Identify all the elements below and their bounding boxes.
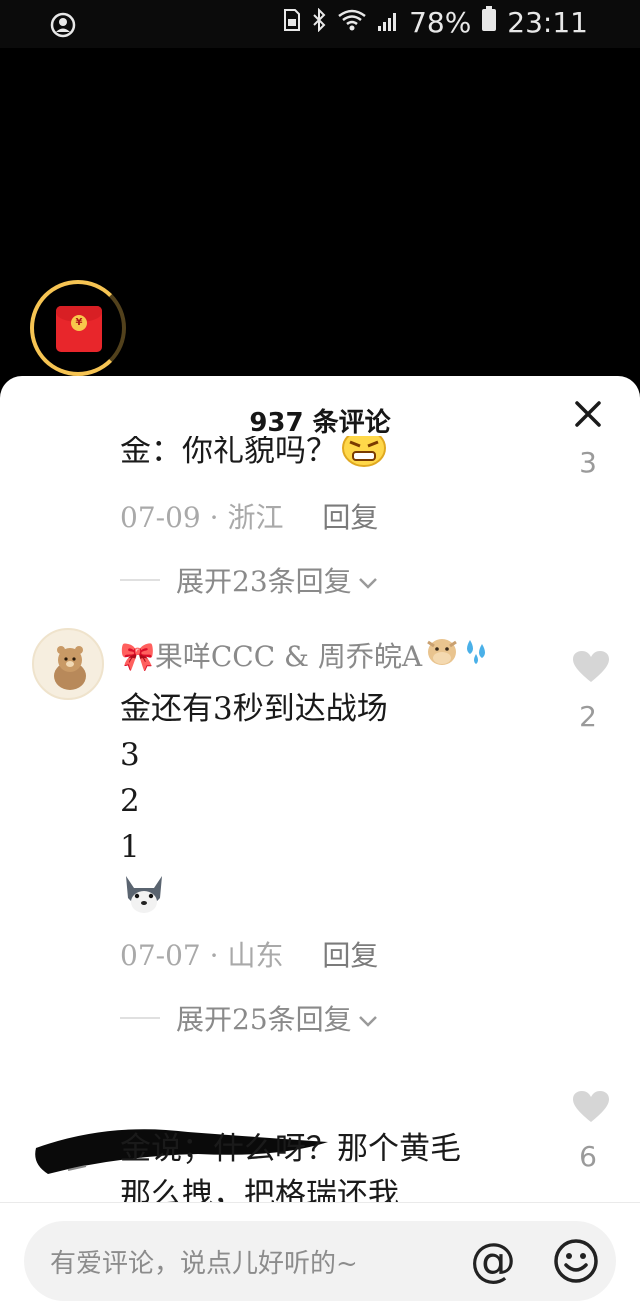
status-bar: 78% 23:11: [0, 0, 640, 48]
comment-text-line: 那么拽，把格瑞还我: [120, 1177, 399, 1204]
comment-count-title: 937 条评论: [249, 408, 391, 438]
expand-replies-button[interactable]: 展开25条回复: [120, 998, 378, 1038]
comment-input[interactable]: 有爱评论，说点儿好听的~ @: [24, 1221, 616, 1301]
like-count: 6: [579, 1140, 597, 1173]
battery-percent: 78%: [409, 6, 472, 39]
husky-dog-emoji: [120, 872, 388, 922]
red-envelope-icon[interactable]: ¥: [56, 306, 102, 352]
like-count: 3: [579, 446, 597, 479]
like-count: 2: [579, 700, 597, 733]
expand-replies-label: 展开25条回复: [176, 1003, 352, 1036]
comment-location: 山东: [227, 939, 284, 972]
reply-button[interactable]: 回复: [322, 939, 378, 972]
comment-text-line: 金还有3秒到达战场: [120, 691, 388, 727]
cow-face-emoji: [424, 634, 460, 675]
chevron-down-icon: [358, 564, 378, 597]
comment-list[interactable]: 金：你礼貌吗？ 3 07-09 · 浙江 回复 展开23条回复 🎀果咩CCC &…: [0, 436, 640, 1204]
signal-icon: [377, 6, 399, 39]
comment-sheet: 937 条评论 金：你礼貌吗？ 3 07-09 · 浙江 回复 展开23条回复: [0, 376, 640, 1316]
sim-icon: [283, 6, 301, 39]
heart-icon[interactable]: [572, 650, 610, 684]
avatar[interactable]: [32, 628, 104, 700]
emoji-icon[interactable]: [552, 1237, 600, 1285]
comment-input-placeholder: 有爱评论，说点儿好听的~: [50, 1249, 358, 1279]
mention-button[interactable]: @: [470, 1235, 516, 1285]
heart-icon[interactable]: [572, 1090, 610, 1124]
comment-text-line: 1: [120, 829, 140, 865]
account-icon: [50, 12, 76, 42]
battery-icon: [481, 6, 497, 39]
bluetooth-icon: [311, 6, 327, 39]
reply-button[interactable]: 回复: [322, 501, 378, 534]
expand-replies-label: 展开23条回复: [176, 565, 352, 598]
comment-text: 金：你礼貌吗？: [120, 436, 337, 469]
comment-date: 07-09: [120, 501, 201, 534]
close-icon[interactable]: [572, 398, 604, 430]
comment-username[interactable]: 🎀果咩CCC & 周乔皖A: [120, 635, 422, 675]
clock: 23:11: [507, 6, 588, 39]
comment-text-line: 金说；什么呀？那个黄毛: [120, 1131, 461, 1167]
wifi-icon: [337, 6, 367, 39]
comment-text-line: 3: [120, 737, 140, 773]
chevron-down-icon: [358, 1002, 378, 1035]
expand-replies-button[interactable]: 展开23条回复: [120, 560, 378, 600]
comment-date: 07-07: [120, 939, 201, 972]
comment-text-line: 2: [120, 783, 140, 819]
angry-face-emoji: [341, 436, 387, 472]
comment-location: 浙江: [227, 501, 284, 534]
sweat-droplets-emoji: [460, 634, 494, 675]
comment-input-bar: 有爱评论，说点儿好听的~ @: [0, 1202, 640, 1316]
